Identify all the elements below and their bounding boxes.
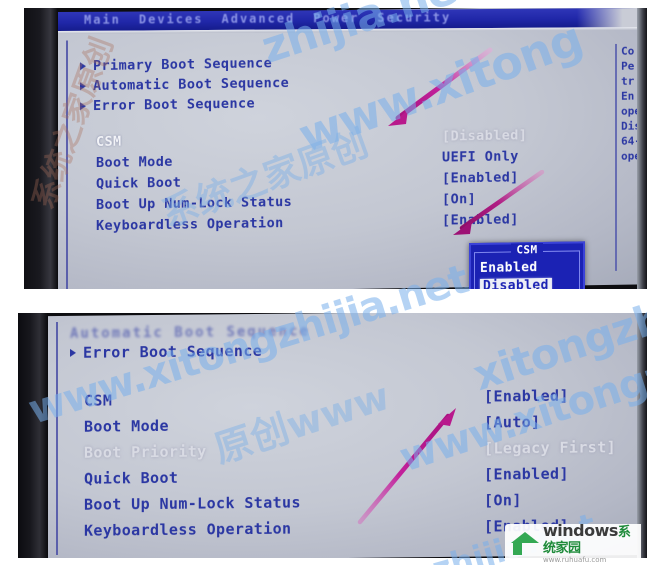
tab-advanced[interactable]: Advanced (221, 11, 295, 26)
setting-label-keyboardless-operation[interactable]: Keyboardless Operation (84, 519, 301, 547)
bios-frame-left (56, 322, 58, 556)
menu-item-label: Error Boot Sequence (93, 95, 256, 115)
setting-value-csm[interactable]: [Enabled] (484, 386, 616, 413)
monitor-bezel-left (24, 8, 58, 289)
setting-label-keyboardless-operation[interactable]: Keyboardless Operation (96, 215, 292, 239)
setting-value-keyboardless-operation[interactable]: [Enabled] (442, 211, 527, 233)
dialog-title: CSM (471, 242, 583, 257)
setting-value-boot-mode[interactable]: [Auto] (484, 412, 616, 439)
tab-power[interactable]: Power (313, 11, 359, 25)
dialog-title-text: CSM (511, 243, 543, 257)
dialog-option-enabled[interactable]: Enabled (480, 260, 538, 276)
settings-value-column-top: [Disabled] UEFI Only [Enabled] [On] [Ena… (442, 127, 527, 233)
menu-item-error-boot-sequence[interactable]: Error Boot Sequence (70, 338, 262, 366)
tab-main[interactable]: Main (84, 13, 121, 27)
setting-value-boot-up-num-lock-status[interactable]: [On] (442, 190, 527, 212)
setting-value-csm[interactable]: [Disabled] (442, 127, 527, 149)
bios-screen-top: Main Devices Advanced Power Security Primary… (58, 8, 647, 289)
photo-separator-gap (0, 289, 647, 315)
setting-value-quick-boot[interactable]: [Enabled] (484, 464, 616, 491)
boot-sequence-list-bottom: Error Boot Sequence (70, 338, 262, 366)
logo-url: www.ruhuafu.com (543, 555, 607, 564)
house-logo-icon (511, 529, 539, 557)
logo-brand-en: windows (543, 520, 618, 540)
setting-label-boot-mode[interactable]: Boot Mode (84, 415, 301, 443)
menu-item-label: Automatic Boot Sequence (93, 74, 290, 95)
setting-label-quick-boot[interactable]: Quick Boot (84, 467, 301, 495)
submenu-arrow-icon (80, 102, 86, 111)
menu-item-label: Error Boot Sequence (83, 341, 263, 362)
bios-menu-tabs: Main Devices Advanced Power Security (84, 10, 469, 27)
bios-content-top: Primary Boot Sequence Automatic Boot Seq… (58, 29, 647, 289)
bios-frame-left (66, 40, 68, 289)
submenu-arrow-icon (70, 348, 76, 357)
submenu-arrow-icon (80, 62, 86, 71)
dialog-option-disabled[interactable]: Disabled (480, 277, 552, 289)
site-logo-badge: windows系统家园 www.ruhuafu.com (505, 520, 641, 564)
setting-label-csm[interactable]: CSM (84, 389, 301, 417)
menu-item-error-boot-sequence[interactable]: Error Boot Sequence (80, 93, 289, 116)
setting-label-boot-up-num-lock-status[interactable]: Boot Up Num-Lock Status (84, 493, 301, 521)
setting-value-boot-mode[interactable]: UEFI Only (442, 148, 527, 170)
screenshot-root: Main Devices Advanced Power Security Primary… (0, 0, 647, 565)
settings-label-column-top: CSM Boot Mode Quick Boot Boot Up Num-Loc… (96, 131, 292, 239)
setting-value-quick-boot[interactable]: [Enabled] (442, 169, 527, 191)
boot-sequence-list-top: Primary Boot Sequence Automatic Boot Seq… (80, 53, 289, 116)
setting-label-boot-priority[interactable]: Boot Priority (84, 441, 301, 469)
submenu-arrow-icon (80, 82, 86, 91)
monitor-bezel-right (637, 8, 647, 289)
tab-devices[interactable]: Devices (139, 12, 204, 26)
csm-option-dialog[interactable]: CSM Enabled Disabled (469, 241, 585, 289)
menu-item-label: Primary Boot Sequence (93, 55, 273, 75)
setting-value-boot-up-num-lock-status[interactable]: [On] (484, 490, 616, 517)
help-pane-divider (615, 43, 617, 271)
tab-security[interactable]: Security (377, 10, 451, 25)
logo-text-block: windows系统家园 www.ruhuafu.com (543, 520, 641, 564)
bios-photo-top: Main Devices Advanced Power Security Primary… (24, 8, 647, 289)
monitor-bezel-right (637, 313, 647, 558)
settings-label-column-bottom: CSM Boot Mode Boot Priority Quick Boot B… (84, 389, 301, 547)
setting-value-boot-priority[interactable]: [Legacy First] (484, 438, 616, 465)
logo-brand: windows系统家园 (543, 520, 641, 555)
monitor-bezel-left (18, 313, 48, 558)
